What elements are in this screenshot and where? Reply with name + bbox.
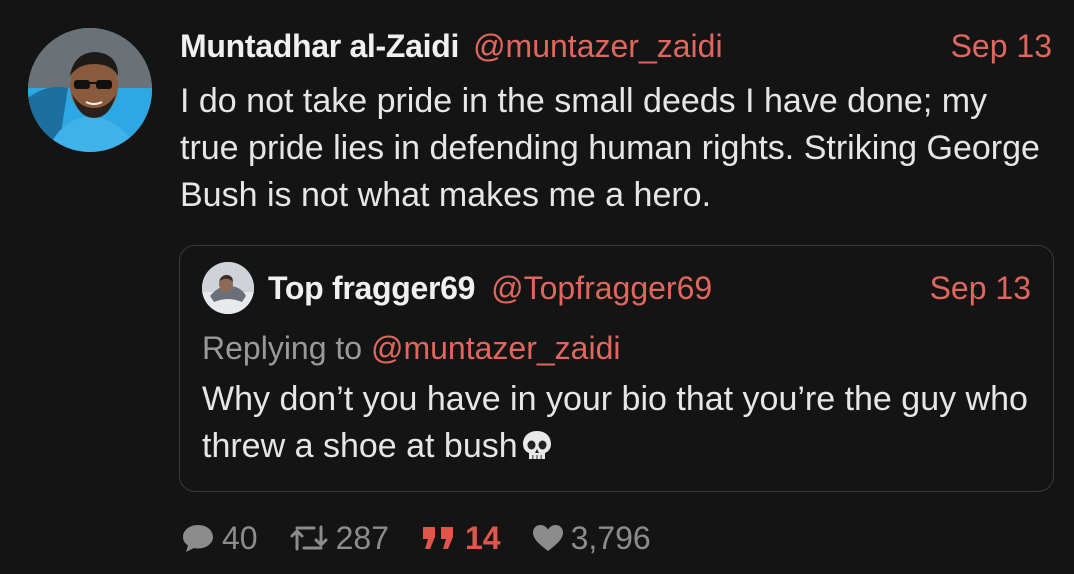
quoted-tweet-header: Top fragger69 @Topfragger69 Sep 13 [268, 266, 1031, 310]
author-handle[interactable]: @muntazer_zaidi [473, 28, 722, 65]
replying-to-mention[interactable]: @muntazer_zaidi [371, 330, 620, 366]
like-button[interactable]: 3,796 [531, 520, 651, 557]
heart-icon [532, 525, 563, 551]
quoted-tweet-text: Why don’t you have in your bio that you’… [202, 380, 1028, 465]
tweet: Muntadhar al-Zaidi @muntazer_zaidi Sep 1… [0, 0, 1074, 574]
quote-tweet-button[interactable]: 14 [419, 520, 501, 557]
quoted-author-handle[interactable]: @Topfragger69 [491, 270, 712, 307]
profile-photo-icon [28, 28, 152, 152]
tweet-actions: 40 287 14 3,796 [180, 516, 681, 560]
retweet-count: 287 [335, 519, 389, 556]
quote-count: 14 [464, 519, 501, 556]
author-avatar[interactable] [28, 28, 152, 152]
reply-count: 40 [222, 519, 258, 556]
quoted-author-name[interactable]: Top fragger69 [268, 270, 475, 307]
replying-to-line: Replying to @muntazer_zaidi [202, 330, 620, 367]
retweet-button[interactable]: 287 [288, 520, 389, 557]
replying-to-label: Replying to [202, 330, 371, 366]
quoted-tweet-text-block: Why don’t you have in your bio that you’… [202, 376, 1032, 476]
quoted-tweet-date[interactable]: Sep 13 [930, 270, 1031, 307]
reply-button[interactable]: 40 [180, 520, 258, 557]
profile-photo-icon [202, 262, 254, 314]
tweet-date[interactable]: Sep 13 [951, 28, 1052, 65]
retweet-icon [290, 525, 328, 551]
like-count: 3,796 [570, 519, 651, 556]
tweet-header: Muntadhar al-Zaidi @muntazer_zaidi Sep 1… [180, 24, 1052, 68]
author-name[interactable]: Muntadhar al-Zaidi [180, 28, 459, 65]
tweet-text: I do not take pride in the small deeds I… [180, 82, 1040, 214]
skull-emoji-icon [520, 429, 554, 476]
quote-marks-icon [422, 527, 453, 549]
reply-bubble-icon [183, 525, 213, 552]
quoted-author-avatar[interactable] [202, 262, 254, 314]
quoted-tweet[interactable]: Top fragger69 @Topfragger69 Sep 13 Reply… [179, 245, 1054, 492]
